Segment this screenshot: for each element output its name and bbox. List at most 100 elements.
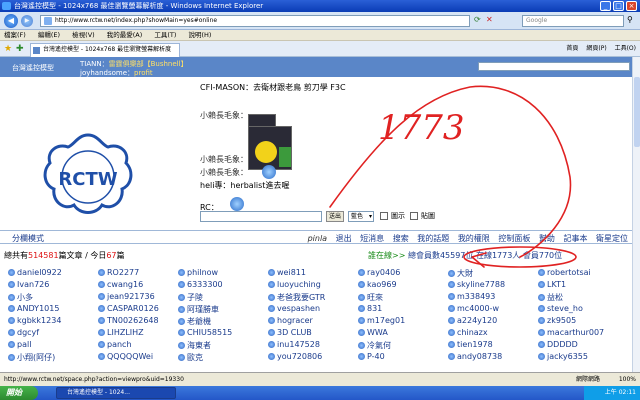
chat-message-input[interactable] [200,211,322,222]
stop-icon[interactable]: ✕ [486,15,493,24]
chat-header-user-1[interactable]: TIANN： [80,60,109,68]
menu-file[interactable]: 檔案(F) [4,31,26,39]
online-user[interactable]: ANDY1015 [8,304,59,313]
nav-gps[interactable]: 衛星定位 [596,234,628,243]
online-user[interactable]: 3D CLUB [268,328,312,337]
online-user[interactable]: panch [98,340,132,349]
chat-header-user-2[interactable]: joyhandsome： [80,69,134,77]
nav-notepad[interactable]: 記事本 [563,234,587,243]
menu-help[interactable]: 說明(H) [189,31,212,39]
online-user[interactable]: 冷氣何 [358,340,391,351]
online-user[interactable]: andy08738 [448,352,502,361]
minimize-button[interactable]: _ [600,1,611,11]
online-user[interactable]: Ivan726 [8,280,49,289]
online-user[interactable]: robertotsai [538,268,591,277]
chat-header-input[interactable] [478,62,630,71]
online-user[interactable]: hogracer [268,316,313,325]
online-user[interactable]: cwang16 [98,280,143,289]
online-user[interactable]: tien1978 [448,340,493,349]
nav-search[interactable]: 搜索 [393,234,409,243]
online-user[interactable]: philnow [178,268,218,277]
zoom-level[interactable]: 100% [619,373,636,386]
maximize-button[interactable]: □ [613,1,624,11]
online-user[interactable]: vespashen [268,304,320,313]
online-user[interactable]: 子陵 [178,292,203,303]
nav-my-permissions[interactable]: 我的權限 [458,234,490,243]
online-user[interactable]: RO2277 [98,268,139,277]
page-scrollbar[interactable] [632,57,640,372]
online-user[interactable]: 歐克 [178,352,203,363]
online-user[interactable]: steve_ho [538,304,583,313]
online-user[interactable]: kgbkk1234 [8,316,61,325]
menu-edit[interactable]: 編輯(E) [38,31,60,39]
online-user[interactable]: macarthur007 [538,328,604,337]
online-user[interactable]: 6333300 [178,280,223,289]
nav-my-topics[interactable]: 我的話題 [417,234,449,243]
menu-favorites[interactable]: 我的最愛(A) [107,31,143,39]
online-user[interactable]: m338493 [448,292,495,301]
online-user[interactable]: WWA [358,328,388,337]
online-user[interactable]: skyline7788 [448,280,505,289]
online-user[interactable]: 831 [358,304,382,313]
online-user[interactable]: mc4000-w [448,304,499,313]
home-button[interactable]: 首頁 [566,45,578,52]
online-user[interactable]: CHIU58515 [178,328,232,337]
menu-view[interactable]: 檢視(V) [72,31,95,39]
avatar[interactable] [262,165,276,179]
online-user[interactable]: you720806 [268,352,322,361]
search-input[interactable]: Google [522,15,624,27]
online-user[interactable]: 老爺機 [178,316,211,327]
online-user[interactable]: 小多 [8,292,33,303]
address-input[interactable]: http://www.rctw.net/index.php?showMain=y… [40,15,470,27]
icon-option-checkbox[interactable] [380,212,388,220]
forward-icon[interactable]: ▶ [21,15,33,27]
online-user[interactable]: dgcyf [8,328,39,337]
tools-button[interactable]: 工具(O) [615,45,636,52]
online-user[interactable]: jacky6355 [538,352,588,361]
online-user[interactable]: m17eg01 [358,316,405,325]
online-user[interactable]: daniel0922 [8,268,62,277]
split-view-link[interactable]: 分欄模式 [12,233,44,244]
online-user[interactable]: 旺來 [358,292,383,303]
online-user[interactable]: CASPAR0126 [98,304,159,313]
favorites-star-icon[interactable]: ★ [4,44,12,54]
online-user[interactable]: DDDDD [538,340,578,349]
close-button[interactable]: × [626,1,637,11]
online-user[interactable]: TN00262648 [98,316,159,325]
online-user[interactable]: inu147528 [268,340,320,349]
add-favorite-icon[interactable]: ✚ [16,44,24,54]
online-user[interactable]: a224y120 [448,316,497,325]
online-user[interactable]: 小翔(阿仔) [8,352,55,363]
browser-tab[interactable]: 台灣遙控模型 - 1024x768 最佳瀏覽螢幕解析度 [30,43,180,57]
avatar[interactable] [230,197,244,211]
scrollbar-thumb[interactable] [634,77,640,147]
online-user[interactable]: 益松 [538,292,563,303]
refresh-icon[interactable]: ⟳ [474,15,481,24]
online-user[interactable]: LKT1 [538,280,566,289]
page-button[interactable]: 網頁(P) [586,45,606,52]
online-user[interactable]: pall [8,340,31,349]
color-select[interactable]: 藍色 ▾ [348,211,374,222]
online-user[interactable]: jean921736 [98,292,155,301]
online-user[interactable]: LIHZLIHZ [98,328,144,337]
start-button[interactable]: 開始 [0,386,38,400]
online-user[interactable]: ray0406 [358,268,400,277]
online-user[interactable]: kao969 [358,280,397,289]
online-user[interactable]: 阿瑾勝車 [178,304,219,315]
online-user[interactable]: 老爸我要GTR [268,292,325,303]
nav-control-panel[interactable]: 控制面板 [498,234,530,243]
online-user[interactable]: 大財 [448,268,473,279]
menu-tools[interactable]: 工具(T) [154,31,176,39]
online-user[interactable]: luoyuching [268,280,321,289]
back-icon[interactable]: ◀ [4,14,18,28]
who-online-link[interactable]: 誰在線>> [368,251,405,260]
sticker-option-checkbox[interactable] [410,212,418,220]
send-button[interactable]: 送出 [326,211,344,222]
nav-messages[interactable]: 短消息 [360,234,384,243]
online-user[interactable]: wei811 [268,268,306,277]
online-user[interactable]: P-40 [358,352,385,361]
taskbar-item[interactable]: 台灣遙控模型 - 1024... [56,387,176,399]
search-icon[interactable]: ⚲ [627,15,633,24]
nav-username[interactable]: pinla [308,234,328,243]
online-user[interactable]: chinazx [448,328,488,337]
